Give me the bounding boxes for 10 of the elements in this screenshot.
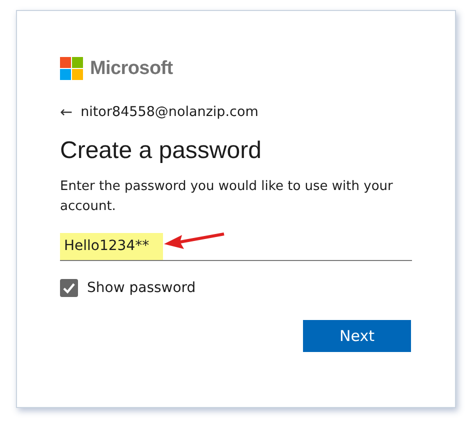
password-field[interactable]: Hello1234** bbox=[60, 229, 412, 261]
page-heading: Create a password bbox=[60, 137, 262, 165]
show-password-checkbox[interactable] bbox=[60, 279, 78, 297]
logo-text: Microsoft bbox=[90, 58, 173, 80]
next-button[interactable]: Next bbox=[303, 320, 411, 352]
back-button[interactable]: ← bbox=[60, 103, 73, 121]
description-text: Enter the password you would like to use with your account. bbox=[60, 178, 394, 216]
show-password-label: Show password bbox=[87, 280, 196, 296]
four-squares-logo-icon bbox=[60, 57, 83, 80]
account-email: nitor84558@nolanzip.com bbox=[80, 104, 258, 120]
